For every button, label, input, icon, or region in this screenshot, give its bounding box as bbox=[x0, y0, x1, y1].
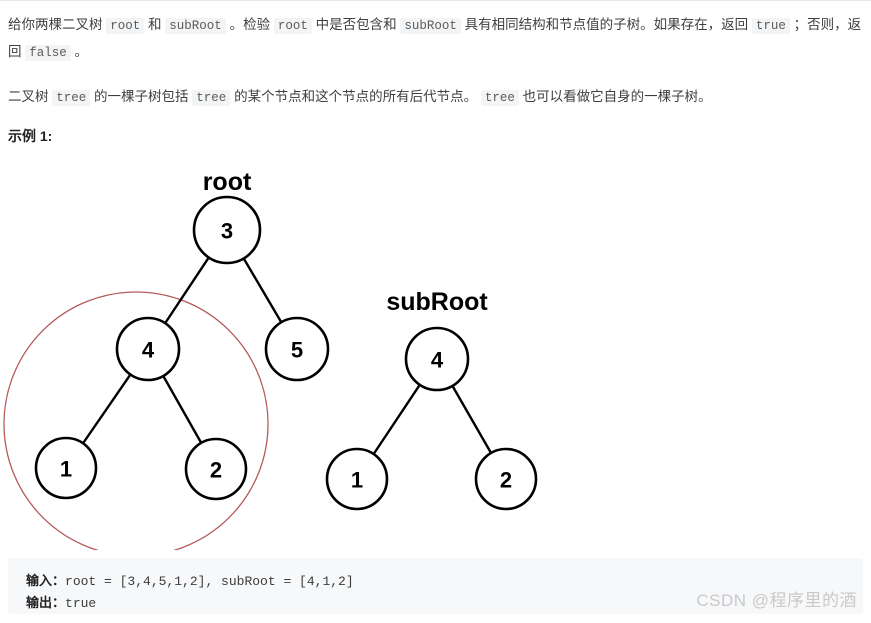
tree-title-root: root bbox=[203, 168, 252, 196]
tree-node-label: 2 bbox=[500, 468, 512, 493]
inline-code: tree bbox=[192, 90, 231, 106]
input-value: root = [3,4,5,1,2], subRoot = [4,1,2] bbox=[65, 574, 354, 589]
example-output-line: 输出：true bbox=[26, 592, 96, 611]
tree-node-label: 1 bbox=[351, 468, 363, 493]
description-text: 的一棵子树包括 bbox=[90, 89, 193, 104]
tree-node-label: 4 bbox=[431, 348, 444, 373]
tree-node-label: 5 bbox=[291, 338, 303, 363]
tree-edge-r4-r2 bbox=[161, 374, 203, 445]
tree-node-label: 3 bbox=[221, 219, 233, 244]
description-text: 。 bbox=[70, 44, 89, 59]
description-text: 的某个节点和这个节点的所有后代节点。 bbox=[230, 89, 481, 104]
inline-code: tree bbox=[52, 90, 91, 106]
description-text: 也可以看做它自身的一棵子树。 bbox=[518, 89, 712, 104]
example-input-line: 输入：root = [3,4,5,1,2], subRoot = [4,1,2] bbox=[26, 570, 354, 589]
description-text: 。检验 bbox=[225, 17, 274, 32]
description-paragraph-2: 二叉树 tree 的一棵子树包括 tree 的某个节点和这个节点的所有后代节点。… bbox=[8, 84, 866, 111]
tree-node-label: 2 bbox=[210, 458, 222, 483]
inline-code: root bbox=[106, 18, 145, 34]
description-text: 和 bbox=[144, 17, 166, 32]
inline-code: tree bbox=[480, 90, 519, 106]
tree-edge-s4-s2 bbox=[450, 384, 493, 455]
csdn-watermark: CSDN @程序里的酒 bbox=[696, 591, 857, 610]
tree-node-label: 1 bbox=[60, 457, 72, 482]
tree-node-label: 4 bbox=[142, 338, 155, 363]
description-text: 具有相同结构和节点值的子树。如果存在，返回 bbox=[460, 17, 752, 32]
tree-edge-r3-r4 bbox=[163, 255, 211, 325]
description-paragraph-1: 给你两棵二叉树 root 和 subRoot 。检验 root 中是否包含和 s… bbox=[8, 12, 866, 66]
tree-edge-r3-r5 bbox=[242, 256, 283, 324]
tree-title-subRoot: subRoot bbox=[386, 288, 488, 316]
inline-code: subRoot bbox=[165, 18, 226, 34]
inline-code: root bbox=[273, 18, 312, 34]
top-divider bbox=[0, 0, 871, 1]
description-text: 给你两棵二叉树 bbox=[8, 17, 107, 32]
input-label: 输入： bbox=[26, 573, 66, 588]
description-text: 中是否包含和 bbox=[311, 17, 401, 32]
output-label: 输出： bbox=[26, 595, 66, 610]
tree-edge-s4-s1 bbox=[372, 383, 422, 456]
example-heading: 示例 1: bbox=[8, 128, 53, 144]
inline-code: subRoot bbox=[400, 18, 461, 34]
tree-diagram-svg: 3 4 5 1 2 root 4 1 2 subRoot bbox=[3, 168, 538, 550]
problem-description: 给你两棵二叉树 root 和 subRoot 。检验 root 中是否包含和 s… bbox=[8, 12, 866, 129]
description-text: 二叉树 bbox=[8, 89, 53, 104]
inline-code: false bbox=[25, 45, 71, 61]
inline-code: true bbox=[751, 18, 790, 34]
tree-edge-r4-r1 bbox=[81, 373, 132, 445]
binary-tree-figure: 3 4 5 1 2 root 4 1 2 subRoot bbox=[0, 150, 600, 550]
output-value: true bbox=[65, 596, 97, 611]
